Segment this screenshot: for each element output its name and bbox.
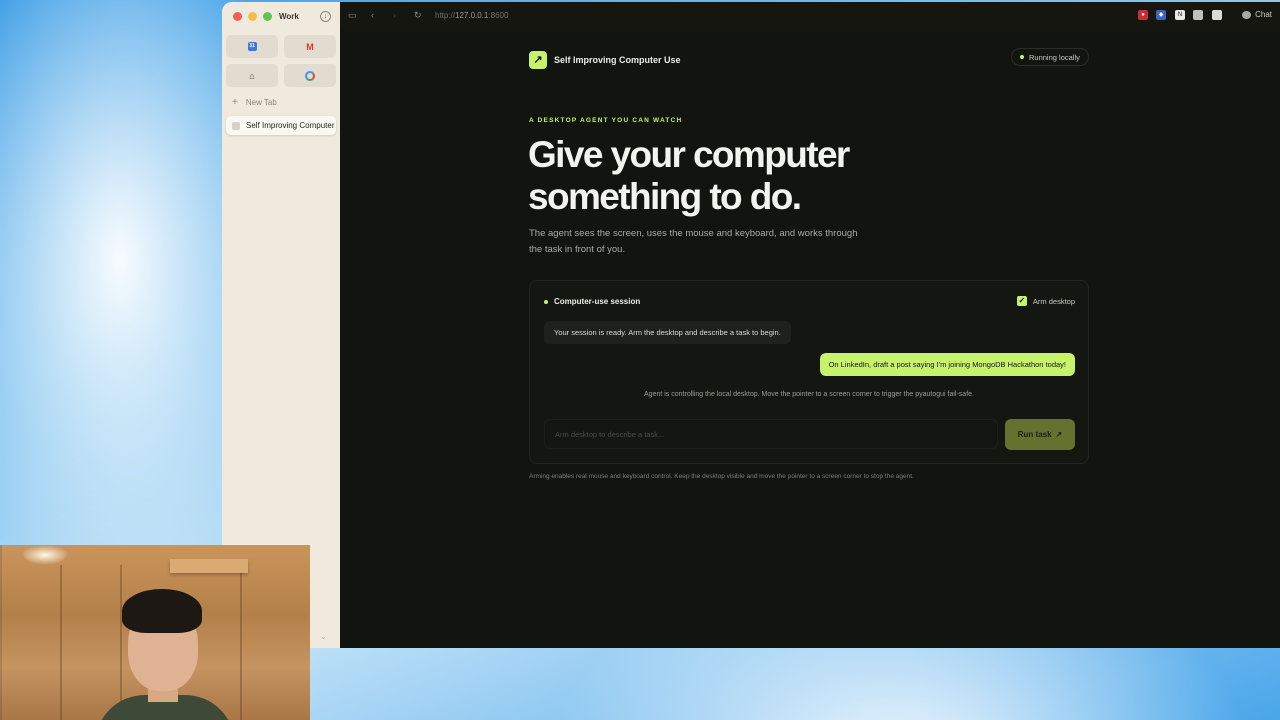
status-dot-icon bbox=[1020, 55, 1024, 59]
status-badge: Running locally bbox=[1011, 48, 1089, 66]
webcam-overlay bbox=[0, 545, 310, 720]
hero-title-line1: Give your computer bbox=[528, 134, 850, 175]
browser-window: Work ↓ 31 M ⌂ + New Tab Self Improving C… bbox=[222, 2, 1280, 648]
session-card: Computer-use session ✓ Arm desktop Your … bbox=[529, 280, 1089, 464]
session-header: Computer-use session bbox=[544, 297, 640, 306]
window-controls bbox=[233, 12, 272, 21]
gmail-icon: M bbox=[306, 41, 314, 52]
extension-red-icon[interactable]: ● bbox=[1138, 10, 1148, 20]
footnote: Arming enables real mouse and keyboard c… bbox=[529, 473, 914, 480]
reload-icon[interactable]: ↻ bbox=[414, 10, 422, 21]
wall-panel-line bbox=[240, 565, 242, 720]
pinned-tabs: 31 M ⌂ bbox=[226, 35, 338, 87]
pinned-home[interactable]: ⌂ bbox=[226, 64, 278, 87]
sidebar-toggle-icon[interactable]: ▭ bbox=[348, 10, 357, 21]
run-task-button[interactable]: Run task ↗ bbox=[1005, 419, 1075, 450]
task-input[interactable] bbox=[544, 419, 998, 449]
session-title: Computer-use session bbox=[554, 297, 641, 306]
home-icon: ⌂ bbox=[249, 70, 255, 81]
browser-content: ▭ ‹ › ↻ http://127.0.0.1:8600 ● ◆ N Chat… bbox=[340, 2, 1280, 648]
chat-label: Chat bbox=[1255, 10, 1272, 19]
wall-panel-line bbox=[60, 565, 62, 720]
user-message: On LinkedIn, draft a post saying I'm joi… bbox=[819, 353, 1075, 376]
plus-icon: + bbox=[232, 97, 238, 108]
chevron-down-icon[interactable]: ⌄ bbox=[320, 632, 327, 641]
chat-button[interactable]: Chat bbox=[1242, 10, 1272, 19]
hero-title-line2: something to do. bbox=[528, 176, 802, 217]
agent-message: Your session is ready. Arm the desktop a… bbox=[544, 321, 791, 344]
tab-self-improving-computer-use[interactable]: Self Improving Computer Use bbox=[226, 116, 336, 135]
status-text: Running locally bbox=[1029, 52, 1080, 62]
calendar-icon: 31 bbox=[247, 42, 257, 51]
run-task-label: Run task bbox=[1017, 430, 1052, 439]
maximize-window-button[interactable] bbox=[263, 12, 272, 21]
person-hair bbox=[122, 589, 202, 633]
extensions-icon[interactable] bbox=[1193, 10, 1203, 20]
forward-arrow-icon[interactable]: › bbox=[393, 10, 396, 20]
wall-panel-line bbox=[120, 565, 122, 720]
brand-arrow-icon: ↗ bbox=[529, 51, 547, 69]
pinned-calendar[interactable]: 31 bbox=[226, 35, 278, 58]
google-icon bbox=[305, 70, 315, 81]
brand-name: Self Improving Computer Use bbox=[554, 55, 681, 65]
arm-desktop-checkbox[interactable]: ✓ bbox=[1016, 296, 1027, 306]
new-tab-label: New Tab bbox=[245, 98, 277, 107]
address-bar[interactable]: http://127.0.0.1:8600 bbox=[435, 11, 508, 20]
arm-desktop-toggle[interactable]: ✓ Arm desktop bbox=[1016, 296, 1075, 306]
url-host: 127.0.0.1 bbox=[455, 11, 489, 20]
share-icon[interactable] bbox=[1212, 10, 1222, 20]
browser-toolbar: ▭ ‹ › ↻ http://127.0.0.1:8600 ● ◆ N Chat bbox=[340, 2, 1280, 30]
chat-bubble-icon bbox=[1242, 10, 1252, 19]
system-note: Agent is controlling the local desktop. … bbox=[644, 391, 974, 398]
arrow-up-right-icon: ↗ bbox=[1055, 430, 1063, 439]
wall-shelf bbox=[170, 559, 248, 573]
extension-shield-icon[interactable]: ◆ bbox=[1156, 10, 1166, 20]
pinned-google[interactable] bbox=[284, 64, 336, 87]
session-status-dot-icon bbox=[544, 299, 548, 304]
url-port: :8600 bbox=[488, 11, 509, 20]
download-icon[interactable]: ↓ bbox=[320, 11, 331, 22]
app-page: ↗ Self Improving Computer Use Running lo… bbox=[340, 30, 1280, 648]
hero-title: Give your computer something to do. bbox=[528, 134, 948, 218]
pinned-gmail[interactable]: M bbox=[284, 35, 336, 58]
url-prefix: http:// bbox=[435, 11, 456, 20]
close-window-button[interactable] bbox=[233, 12, 242, 21]
arm-desktop-label: Arm desktop bbox=[1032, 296, 1075, 306]
workspace-name[interactable]: Work bbox=[279, 12, 299, 21]
hero-subtitle: The agent sees the screen, uses the mous… bbox=[529, 228, 858, 255]
minimize-window-button[interactable] bbox=[248, 12, 257, 21]
new-tab-button[interactable]: + New Tab bbox=[232, 97, 277, 108]
tab-favicon bbox=[232, 121, 240, 130]
hero-eyebrow: A DESKTOP AGENT YOU CAN WATCH bbox=[529, 117, 683, 124]
ceiling-light bbox=[20, 545, 70, 565]
notion-icon[interactable]: N bbox=[1175, 10, 1185, 20]
back-arrow-icon[interactable]: ‹ bbox=[371, 10, 374, 20]
tab-label: Self Improving Computer Use bbox=[246, 121, 336, 130]
